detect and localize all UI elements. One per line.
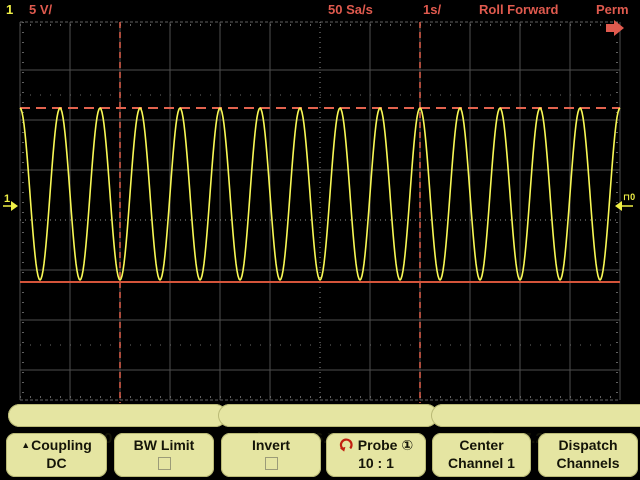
timebase-readout: 1s/ (423, 2, 442, 17)
softkey-bw-limit[interactable]: BW Limit (114, 433, 214, 477)
coupling-label: Coupling (31, 437, 92, 453)
knob-rotate-icon (339, 438, 353, 452)
waveform-trace (19, 107, 621, 281)
coupling-value: DC (46, 455, 67, 471)
probe-value: 10 : 1 (358, 455, 394, 471)
center-label-line2: Channel 1 (448, 455, 515, 471)
delta-y-readout: ΔY ① = 17.20 V (431, 404, 640, 447)
right-edge-marker-label: ⊓0 (623, 192, 635, 202)
dispatch-label-line1: Dispatch (558, 437, 618, 453)
invert-checkbox (264, 457, 278, 470)
roll-direction-arrow (606, 20, 624, 36)
channel-number: 1 (6, 2, 14, 17)
sample-rate-readout: 50 Sa/s (328, 2, 373, 17)
softkey-probe[interactable]: Probe ① 10 : 1 (326, 433, 426, 477)
cycle-up-icon: ▲ (21, 440, 31, 450)
channel1-ground-marker: 1 (4, 193, 10, 205)
oscilloscope-screen: 1 ⊓0 1 5 V/ 50 Sa/s 1s/ Roll Forward Perm… (0, 0, 640, 480)
softkey-invert[interactable]: Invert (221, 433, 321, 477)
bw-limit-checkbox (157, 457, 171, 470)
softkey-coupling[interactable]: ▲Coupling DC (6, 433, 107, 477)
delta-x-readout: ΔX = 6.00 s (8, 404, 227, 447)
invert-label: Invert (251, 437, 291, 453)
bw-limit-label: BW Limit (133, 437, 195, 453)
dispatch-label-line2: Channels (556, 455, 620, 471)
inv-delta-x-readout: 1/ΔX = 166.75 mHz (218, 404, 438, 447)
probe-label: Probe ① (357, 437, 414, 453)
acquisition-mode: Roll Forward (479, 2, 559, 17)
volts-per-div-readout: 5 V/ (29, 2, 53, 17)
softkey-dispatch-channels[interactable]: Dispatch Channels (538, 433, 638, 477)
center-label-line1: Center (459, 437, 504, 453)
persistence-mode: Perm (596, 2, 629, 17)
channel1-ground-marker-arrow (11, 201, 18, 211)
softkey-center-channel[interactable]: Center Channel 1 (432, 433, 531, 477)
